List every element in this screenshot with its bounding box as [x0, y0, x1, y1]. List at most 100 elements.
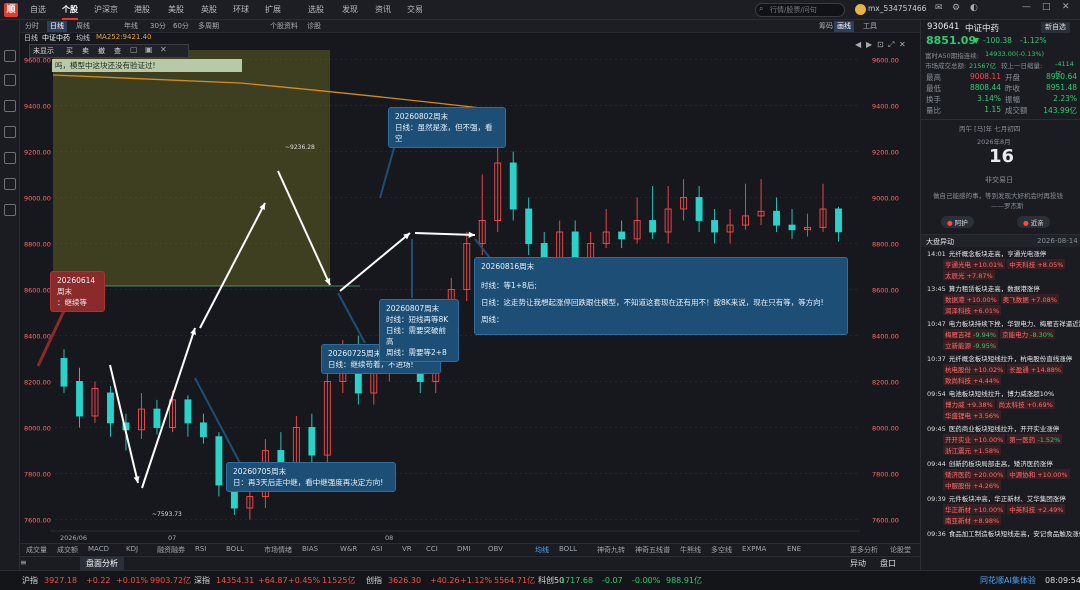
stock-tag[interactable]: 太辰光 +7.87% [943, 270, 995, 280]
tool-画线[interactable]: 画线 [834, 21, 854, 32]
stock-tag[interactable]: 长盈通 +14.88% [1007, 364, 1064, 374]
forum-link[interactable]: 论股堂 [890, 545, 911, 555]
news-item[interactable]: 09:44 创新药板块局部走高，矮济医药涨停 [927, 458, 1053, 468]
avatar[interactable] [855, 4, 866, 15]
btn-a[interactable]: ● 阿护 [941, 216, 974, 228]
stock-tag[interactable]: 京能电力 -8.30% [1000, 329, 1056, 339]
nav-交易[interactable]: 交易 [407, 0, 423, 20]
nav-发现[interactable]: 发现 [342, 0, 358, 20]
draw-hide-button[interactable]: 未显示 [33, 46, 54, 56]
nav-自选[interactable]: 自选 [30, 0, 46, 20]
news-item[interactable]: 10:47 电力板块持续下挫，华银电力、梅雁吉祥逼近跌停 [927, 318, 1080, 328]
news-item[interactable]: 10:37 光纤概念板块短线拉升，杭电股份直线涨停 [927, 353, 1072, 363]
tab-orderbook[interactable]: 盘口 [880, 558, 896, 569]
indicator-KDJ[interactable]: KDJ [126, 545, 138, 553]
indicator-BIAS[interactable]: BIAS [302, 545, 318, 553]
period-60分[interactable]: 60分 [170, 21, 192, 32]
overlay-均线[interactable]: 均线 [535, 545, 549, 555]
stock-tag[interactable]: 矮济医药 +20.00% [943, 469, 1006, 479]
note-0816[interactable]: 20260816周末 时线：等1+8后; 日线：这走势让我想起涨停回跌跟住模型，… [474, 257, 848, 335]
stock-tag[interactable]: 博力威 +9.38% [943, 399, 995, 409]
overlay-多空线[interactable]: 多空线 [711, 545, 732, 555]
nav-资讯[interactable]: 资讯 [375, 0, 391, 20]
note-0614[interactable]: 20260614周末 ：继续等 [50, 271, 105, 312]
stock-tag[interactable]: 中天科技 +8.05% [1007, 259, 1066, 269]
indicator-OBV[interactable]: OBV [488, 545, 503, 553]
stock-tag[interactable]: 中服股份 +4.26% [943, 480, 1002, 490]
indicator-成交额[interactable]: 成交额 [57, 545, 78, 555]
stock-tag[interactable]: 华正新材 +10.00% [943, 504, 1006, 514]
message-icon[interactable]: ✉ [935, 3, 943, 13]
close-icon[interactable]: ✕ [160, 45, 167, 54]
overlay-EXPMA[interactable]: EXPMA [742, 545, 766, 553]
stock-tag[interactable]: 杭电股份 +10.02% [943, 364, 1006, 374]
nav-美股[interactable]: 美股 [168, 0, 184, 20]
indicator-BOLL[interactable]: BOLL [226, 545, 244, 553]
nav-扩展[interactable]: 扩展 [265, 0, 281, 20]
stock-tag[interactable]: 中源协和 +10.00% [1007, 469, 1070, 479]
more-analysis-link[interactable]: 更多分析 [850, 545, 878, 555]
stock-tag[interactable]: 致尚科技 +4.44% [943, 375, 1002, 385]
news-item[interactable]: 14:01 光纤概念板块走高，亨通光电涨停 [927, 248, 1046, 258]
stock-tag[interactable]: 润泽科技 +6.01% [943, 305, 1002, 315]
sidebar-icon-5[interactable] [4, 178, 16, 190]
stock-tag[interactable]: 第一医药 -1.52% [1007, 434, 1063, 444]
skin-icon[interactable]: ◐ [970, 3, 978, 13]
nav-港股[interactable]: 港股 [134, 0, 150, 20]
sidebar-icon-0[interactable] [4, 50, 16, 62]
ai-experience-link[interactable]: 同花顺AI集体验 [980, 571, 1036, 590]
sidebar-icon-2[interactable] [4, 100, 16, 112]
indicator-DMI[interactable]: DMI [457, 545, 471, 553]
stock-tag[interactable]: 华盛锂电 +3.56% [943, 410, 1002, 420]
index-name[interactable]: 沪指 [22, 571, 38, 590]
index-name[interactable]: 创指 [366, 571, 382, 590]
minimize-icon[interactable]: — [1022, 2, 1031, 12]
stock-tag[interactable]: 中英科技 +2.49% [1007, 504, 1066, 514]
nav-环球[interactable]: 环球 [233, 0, 249, 20]
period-分时[interactable]: 分时 [22, 21, 42, 32]
indicator-融资融券[interactable]: 融资融券 [157, 545, 185, 555]
period-周线[interactable]: 周线 [73, 21, 93, 32]
note-0705[interactable]: 20260705周末 日：再3天后走中继，看中继强度再决定方向! [226, 462, 396, 492]
stock-tag[interactable]: 亨通光电 +10.01% [943, 259, 1006, 269]
add-watchlist-button[interactable]: 新自选 [1041, 22, 1070, 33]
close-icon[interactable]: ✕ [1062, 2, 1070, 12]
stock-tag[interactable]: 梅雁吉祥 -9.94% [943, 329, 999, 339]
tool-筹码[interactable]: 筹码 [816, 21, 836, 32]
period-30分[interactable]: 30分 [147, 21, 169, 32]
indicator-CCI[interactable]: CCI [426, 545, 438, 553]
copy-icon[interactable]: ▢ [130, 45, 138, 54]
news-item[interactable]: 13:45 算力租赁板块走高，数据港涨停 [927, 283, 1040, 293]
sidebar-icon-1[interactable] [4, 74, 16, 86]
stock-tag[interactable]: 立新能源 -9.95% [943, 340, 999, 350]
draw-buy-button[interactable]: 买 [66, 46, 73, 56]
draw-sell-button[interactable]: 卖 [82, 46, 89, 56]
overlay-神奇五线谱[interactable]: 神奇五线谱 [635, 545, 670, 555]
period-诊股[interactable]: 诊股 [304, 21, 324, 32]
stock-tag[interactable]: 浙江震元 +1.58% [943, 445, 1002, 455]
period-个股资料[interactable]: 个股资料 [267, 21, 301, 32]
indicator-VR[interactable]: VR [402, 545, 412, 553]
indicator-ASI[interactable]: ASI [371, 545, 382, 553]
btn-b[interactable]: ● 近亲 [1017, 216, 1050, 228]
period-日线[interactable]: 日线 [47, 21, 67, 32]
indicator-MACD[interactable]: MACD [88, 545, 109, 553]
nav-选股[interactable]: 选股 [308, 0, 324, 20]
news-item[interactable]: 09:54 电池板块短线拉升，博力威涨超10% [927, 388, 1054, 398]
stock-tag[interactable]: 开开实业 +10.00% [943, 434, 1006, 444]
sidebar-icon-6[interactable] [4, 204, 16, 216]
menu-icon[interactable]: ≡ [20, 558, 34, 570]
indicator-市场情绪[interactable]: 市场情绪 [264, 545, 292, 555]
note-0802[interactable]: 20260802周末 日线：虽然是涨，但不强，看空 [388, 107, 506, 148]
news-item[interactable]: 09:36 食品加工制造板块短线走高，安记食品触及涨停 [927, 528, 1080, 538]
search-input[interactable]: 行情/股票/问句 [755, 3, 845, 17]
note-0807[interactable]: 20260807周末 时线：短线再等8K 日线：需要突破前高 周线：需要等2+8 [379, 299, 459, 362]
period-年线[interactable]: 年线 [121, 21, 141, 32]
stock-tag[interactable]: 南亚新材 +8.98% [943, 515, 1002, 525]
nav-沪深京[interactable]: 沪深京 [94, 0, 118, 20]
tab-anomaly[interactable]: 异动 [850, 558, 866, 569]
period-多周期[interactable]: 多周期 [195, 21, 222, 32]
sidebar-icon-3[interactable] [4, 126, 16, 138]
indicator-RSI[interactable]: RSI [195, 545, 206, 553]
index-name[interactable]: 深指 [194, 571, 210, 590]
